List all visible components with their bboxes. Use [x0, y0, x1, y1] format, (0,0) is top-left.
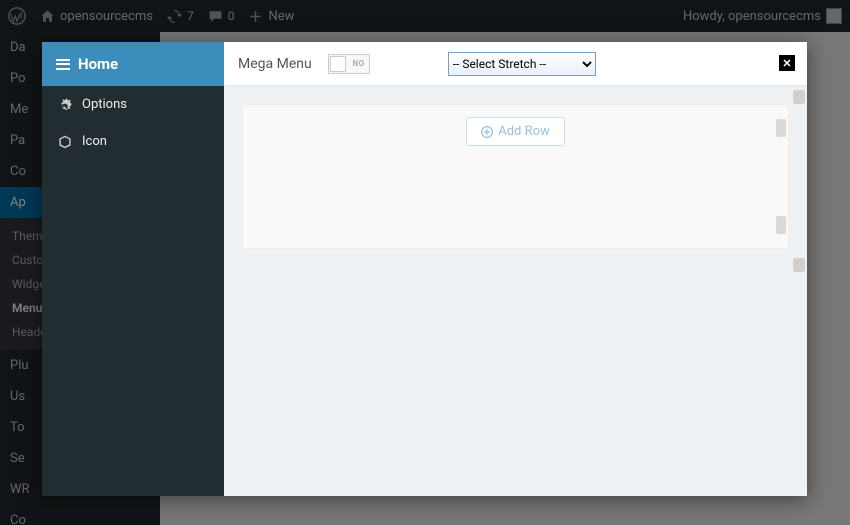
add-row-label: Add Row — [498, 124, 550, 139]
site-home-link[interactable]: opensourcecms — [40, 9, 153, 24]
scroll-thumb-top — [776, 119, 786, 137]
mega-menu-label: Mega Menu — [238, 56, 312, 72]
wp-logo[interactable] — [8, 7, 26, 25]
adminbar-left: opensourcecms 7 0 New — [8, 7, 294, 25]
toggle-handle — [330, 56, 346, 72]
plus-icon — [248, 9, 263, 24]
plus-circle-icon — [481, 126, 493, 138]
howdy-text: Howdy, opensourcecms — [683, 9, 821, 24]
wordpress-icon — [8, 7, 26, 25]
add-row-button[interactable]: Add Row — [466, 117, 565, 146]
my-account-link[interactable]: Howdy, opensourcecms — [683, 8, 842, 24]
modal-scroll-thumb-top — [793, 90, 805, 104]
wp-admin-bar: opensourcecms 7 0 New Howdy, opensourcec… — [0, 0, 850, 32]
modal-scrollbar[interactable] — [793, 90, 805, 272]
comments-link[interactable]: 0 — [208, 9, 235, 24]
stretch-select[interactable]: -- Select Stretch -- — [448, 52, 596, 76]
modal-sidebar: Home Options Icon — [42, 42, 224, 496]
row-canvas: Add Row — [242, 104, 789, 249]
menu-collapse[interactable]: Co — [0, 505, 160, 525]
modal-nav-options-label: Options — [82, 97, 127, 112]
modal-nav-options[interactable]: Options — [42, 86, 224, 123]
avatar — [826, 8, 842, 24]
modal-scroll-thumb-bottom — [793, 258, 805, 272]
close-button[interactable]: ✕ — [779, 55, 795, 71]
comments-count: 0 — [228, 9, 235, 23]
mega-menu-toggle[interactable]: NO — [328, 54, 370, 74]
modal-nav-icon[interactable]: Icon — [42, 123, 224, 160]
gear-icon — [58, 98, 72, 112]
modal-main-header: Mega Menu NO -- Select Stretch -- ✕ — [224, 42, 807, 86]
toggle-state-text: NO — [353, 59, 365, 68]
adminbar-right: Howdy, opensourcecms — [683, 8, 842, 24]
modal-main: Mega Menu NO -- Select Stretch -- ✕ Add … — [224, 42, 807, 496]
cube-icon — [58, 135, 72, 149]
megamenu-modal: Home Options Icon Mega Menu NO -- Select… — [42, 42, 807, 496]
home-icon — [40, 9, 55, 24]
refresh-icon — [167, 9, 182, 24]
canvas-scrollbar[interactable] — [776, 119, 786, 234]
stretch-select-wrap: -- Select Stretch -- — [448, 52, 596, 76]
updates-link[interactable]: 7 — [167, 9, 194, 24]
hamburger-icon — [56, 59, 70, 70]
comment-icon — [208, 9, 223, 24]
updates-count: 7 — [187, 9, 194, 23]
new-label: New — [268, 9, 294, 24]
site-name: opensourcecms — [60, 9, 153, 24]
modal-title: Home — [78, 55, 118, 73]
scroll-thumb-bottom — [776, 216, 786, 234]
new-content-link[interactable]: New — [248, 9, 294, 24]
modal-nav-icon-label: Icon — [82, 134, 107, 149]
modal-sidebar-header[interactable]: Home — [42, 42, 224, 86]
close-icon: ✕ — [782, 57, 791, 70]
canvas-area: Add Row — [224, 86, 807, 496]
